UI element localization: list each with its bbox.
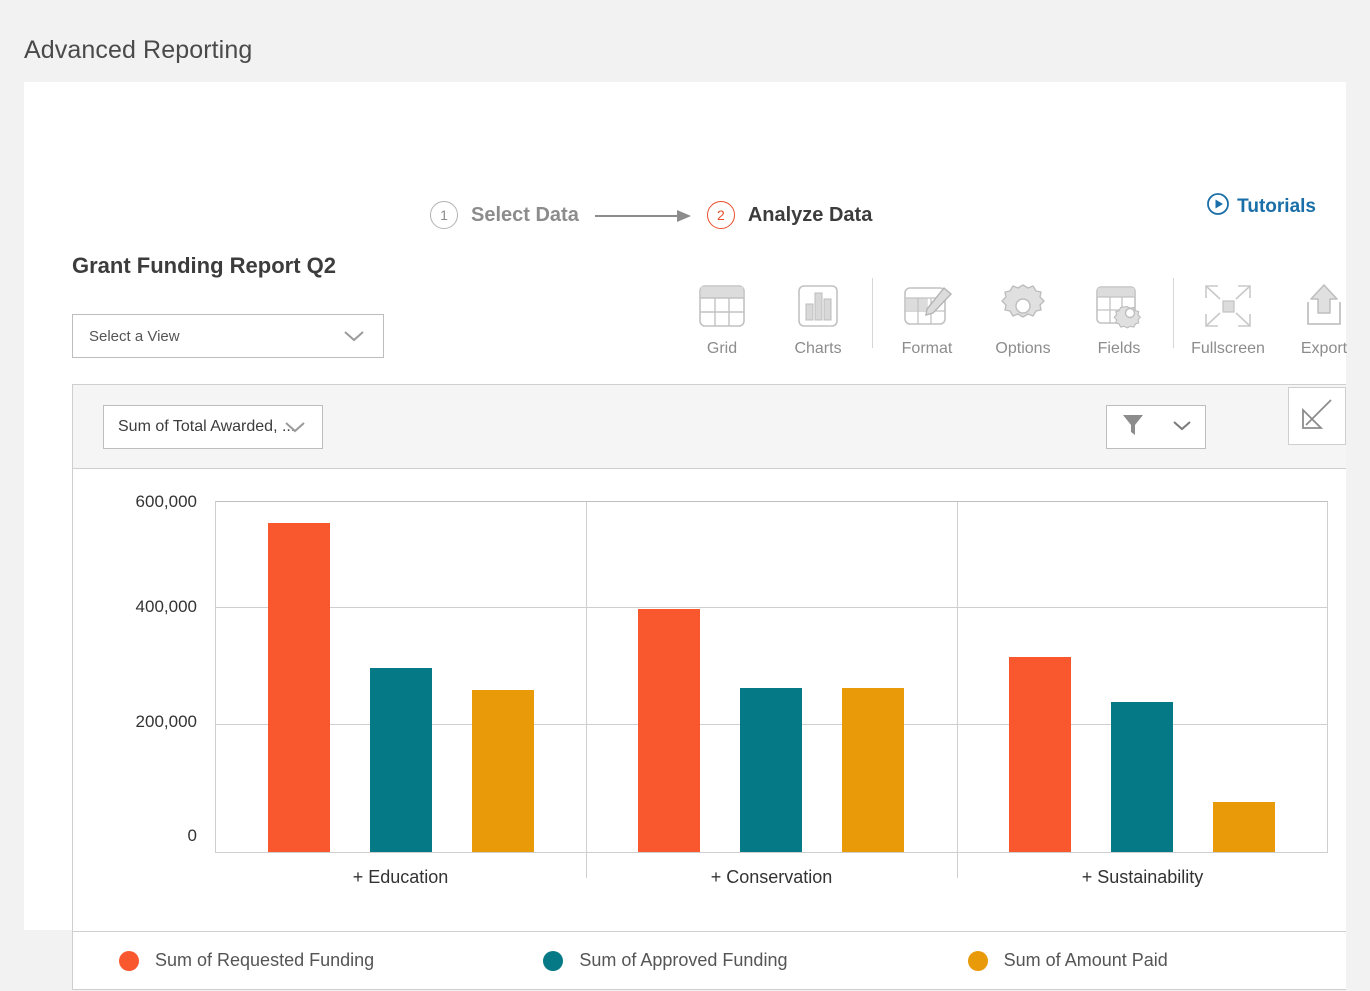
toolbar-label-format: Format (902, 340, 953, 358)
bar-conservation-approved[interactable] (740, 688, 802, 852)
y-axis: 600,000 400,000 200,000 0 (73, 469, 197, 991)
x-axis-labels: + Education + Conservation + Sustainabil… (215, 853, 1328, 901)
y-tick-label: 400,000 (136, 597, 197, 617)
bar-education-approved[interactable] (370, 668, 432, 852)
y-tick-label: 600,000 (136, 492, 197, 512)
step-2-label: Analyze Data (748, 204, 873, 227)
bar-group-sustainability (957, 502, 1327, 852)
step-analyze-data[interactable]: 2 Analyze Data (707, 201, 873, 229)
main-panel: 1 Select Data 2 Analyze Data Tutorials G… (24, 82, 1346, 930)
toolbar-label-grid: Grid (707, 340, 737, 358)
collapse-arrow-icon (1300, 397, 1334, 436)
toolbar-item-grid[interactable]: Grid (674, 278, 770, 358)
toolbar-divider-2 (1173, 278, 1174, 348)
chevron-down-icon (343, 329, 365, 348)
tutorials-link[interactable]: Tutorials (1207, 193, 1316, 220)
measure-select-value: Sum of Total Awarded, ... (118, 418, 295, 436)
funnel-icon (1121, 412, 1145, 443)
legend-label: Sum of Amount Paid (1004, 950, 1168, 971)
view-select[interactable]: Select a View (72, 314, 384, 358)
legend-label: Sum of Approved Funding (579, 950, 787, 971)
export-upload-icon (1299, 278, 1349, 334)
fullscreen-icon (1202, 278, 1254, 334)
step-arrow-icon (595, 209, 691, 221)
toolbar-item-charts[interactable]: Charts (770, 278, 866, 358)
measure-select[interactable]: Sum of Total Awarded, ... (103, 405, 323, 449)
bar-education-paid[interactable] (472, 690, 534, 852)
bar-conservation-paid[interactable] (842, 688, 904, 852)
tutorials-label: Tutorials (1237, 196, 1316, 218)
y-tick-label: 200,000 (136, 712, 197, 732)
bar-sustainability-paid[interactable] (1213, 802, 1275, 852)
toolbar-item-fields[interactable]: Fields (1071, 278, 1167, 358)
plot-grid (215, 501, 1328, 853)
y-tick-label: 0 (188, 826, 197, 846)
step-1-label: Select Data (471, 204, 579, 227)
chart-legend: Sum of Requested Funding Sum of Approved… (73, 931, 1346, 989)
toolbar-label-fullscreen: Fullscreen (1191, 340, 1265, 358)
x-axis-label-sustainability[interactable]: + Sustainability (957, 853, 1328, 901)
chevron-down-icon (284, 420, 306, 439)
toolbar-item-export[interactable]: Export (1276, 278, 1370, 358)
bar-group-conservation (586, 502, 956, 852)
plot-area: 600,000 400,000 200,000 0 (73, 469, 1346, 991)
legend-item-requested[interactable]: Sum of Requested Funding (73, 950, 497, 971)
legend-item-paid[interactable]: Sum of Amount Paid (922, 950, 1346, 971)
format-pencil-icon (901, 278, 953, 334)
fields-gear-icon (1093, 278, 1145, 334)
view-select-value: Select a View (89, 328, 180, 345)
legend-color-swatch (119, 951, 139, 971)
grid-icon (697, 278, 747, 334)
bar-conservation-requested[interactable] (638, 609, 700, 852)
toolbar-divider (872, 278, 873, 348)
toolbar-label-export: Export (1301, 340, 1347, 358)
toolbar-label-fields: Fields (1098, 340, 1141, 358)
chart-panel: Sum of Total Awarded, ... (72, 384, 1346, 990)
filter-button[interactable] (1106, 405, 1206, 449)
legend-color-swatch (543, 951, 563, 971)
x-axis-label-education[interactable]: + Education (215, 853, 586, 901)
bar-sustainability-requested[interactable] (1009, 657, 1071, 852)
bar-chart-icon (793, 278, 843, 334)
step-1-number: 1 (430, 201, 458, 229)
x-axis-label-conservation[interactable]: + Conservation (586, 853, 957, 901)
toolbar-item-format[interactable]: Format (879, 278, 975, 358)
toolbar-item-fullscreen[interactable]: Fullscreen (1180, 278, 1276, 358)
step-2-number: 2 (707, 201, 735, 229)
report-title: Grant Funding Report Q2 (72, 253, 336, 279)
bar-sustainability-approved[interactable] (1111, 702, 1173, 852)
page-title: Advanced Reporting (24, 36, 252, 65)
report-toolbar: Grid Charts (674, 278, 1370, 374)
toolbar-label-charts: Charts (794, 340, 841, 358)
toolbar-label-options: Options (995, 340, 1050, 358)
toolbar-item-options[interactable]: Options (975, 278, 1071, 358)
legend-color-swatch (968, 951, 988, 971)
chart-panel-header: Sum of Total Awarded, ... (73, 385, 1346, 469)
legend-item-approved[interactable]: Sum of Approved Funding (497, 950, 921, 971)
bars-container (216, 502, 1327, 852)
collapse-button[interactable] (1288, 387, 1346, 445)
bar-group-education (216, 502, 586, 852)
play-circle-icon (1207, 193, 1229, 220)
chevron-down-icon (1172, 418, 1192, 436)
legend-label: Sum of Requested Funding (155, 950, 374, 971)
step-select-data[interactable]: 1 Select Data (430, 201, 579, 229)
gear-icon (999, 278, 1047, 334)
bar-education-requested[interactable] (268, 523, 330, 852)
wizard-steps: 1 Select Data 2 Analyze Data (430, 198, 872, 232)
